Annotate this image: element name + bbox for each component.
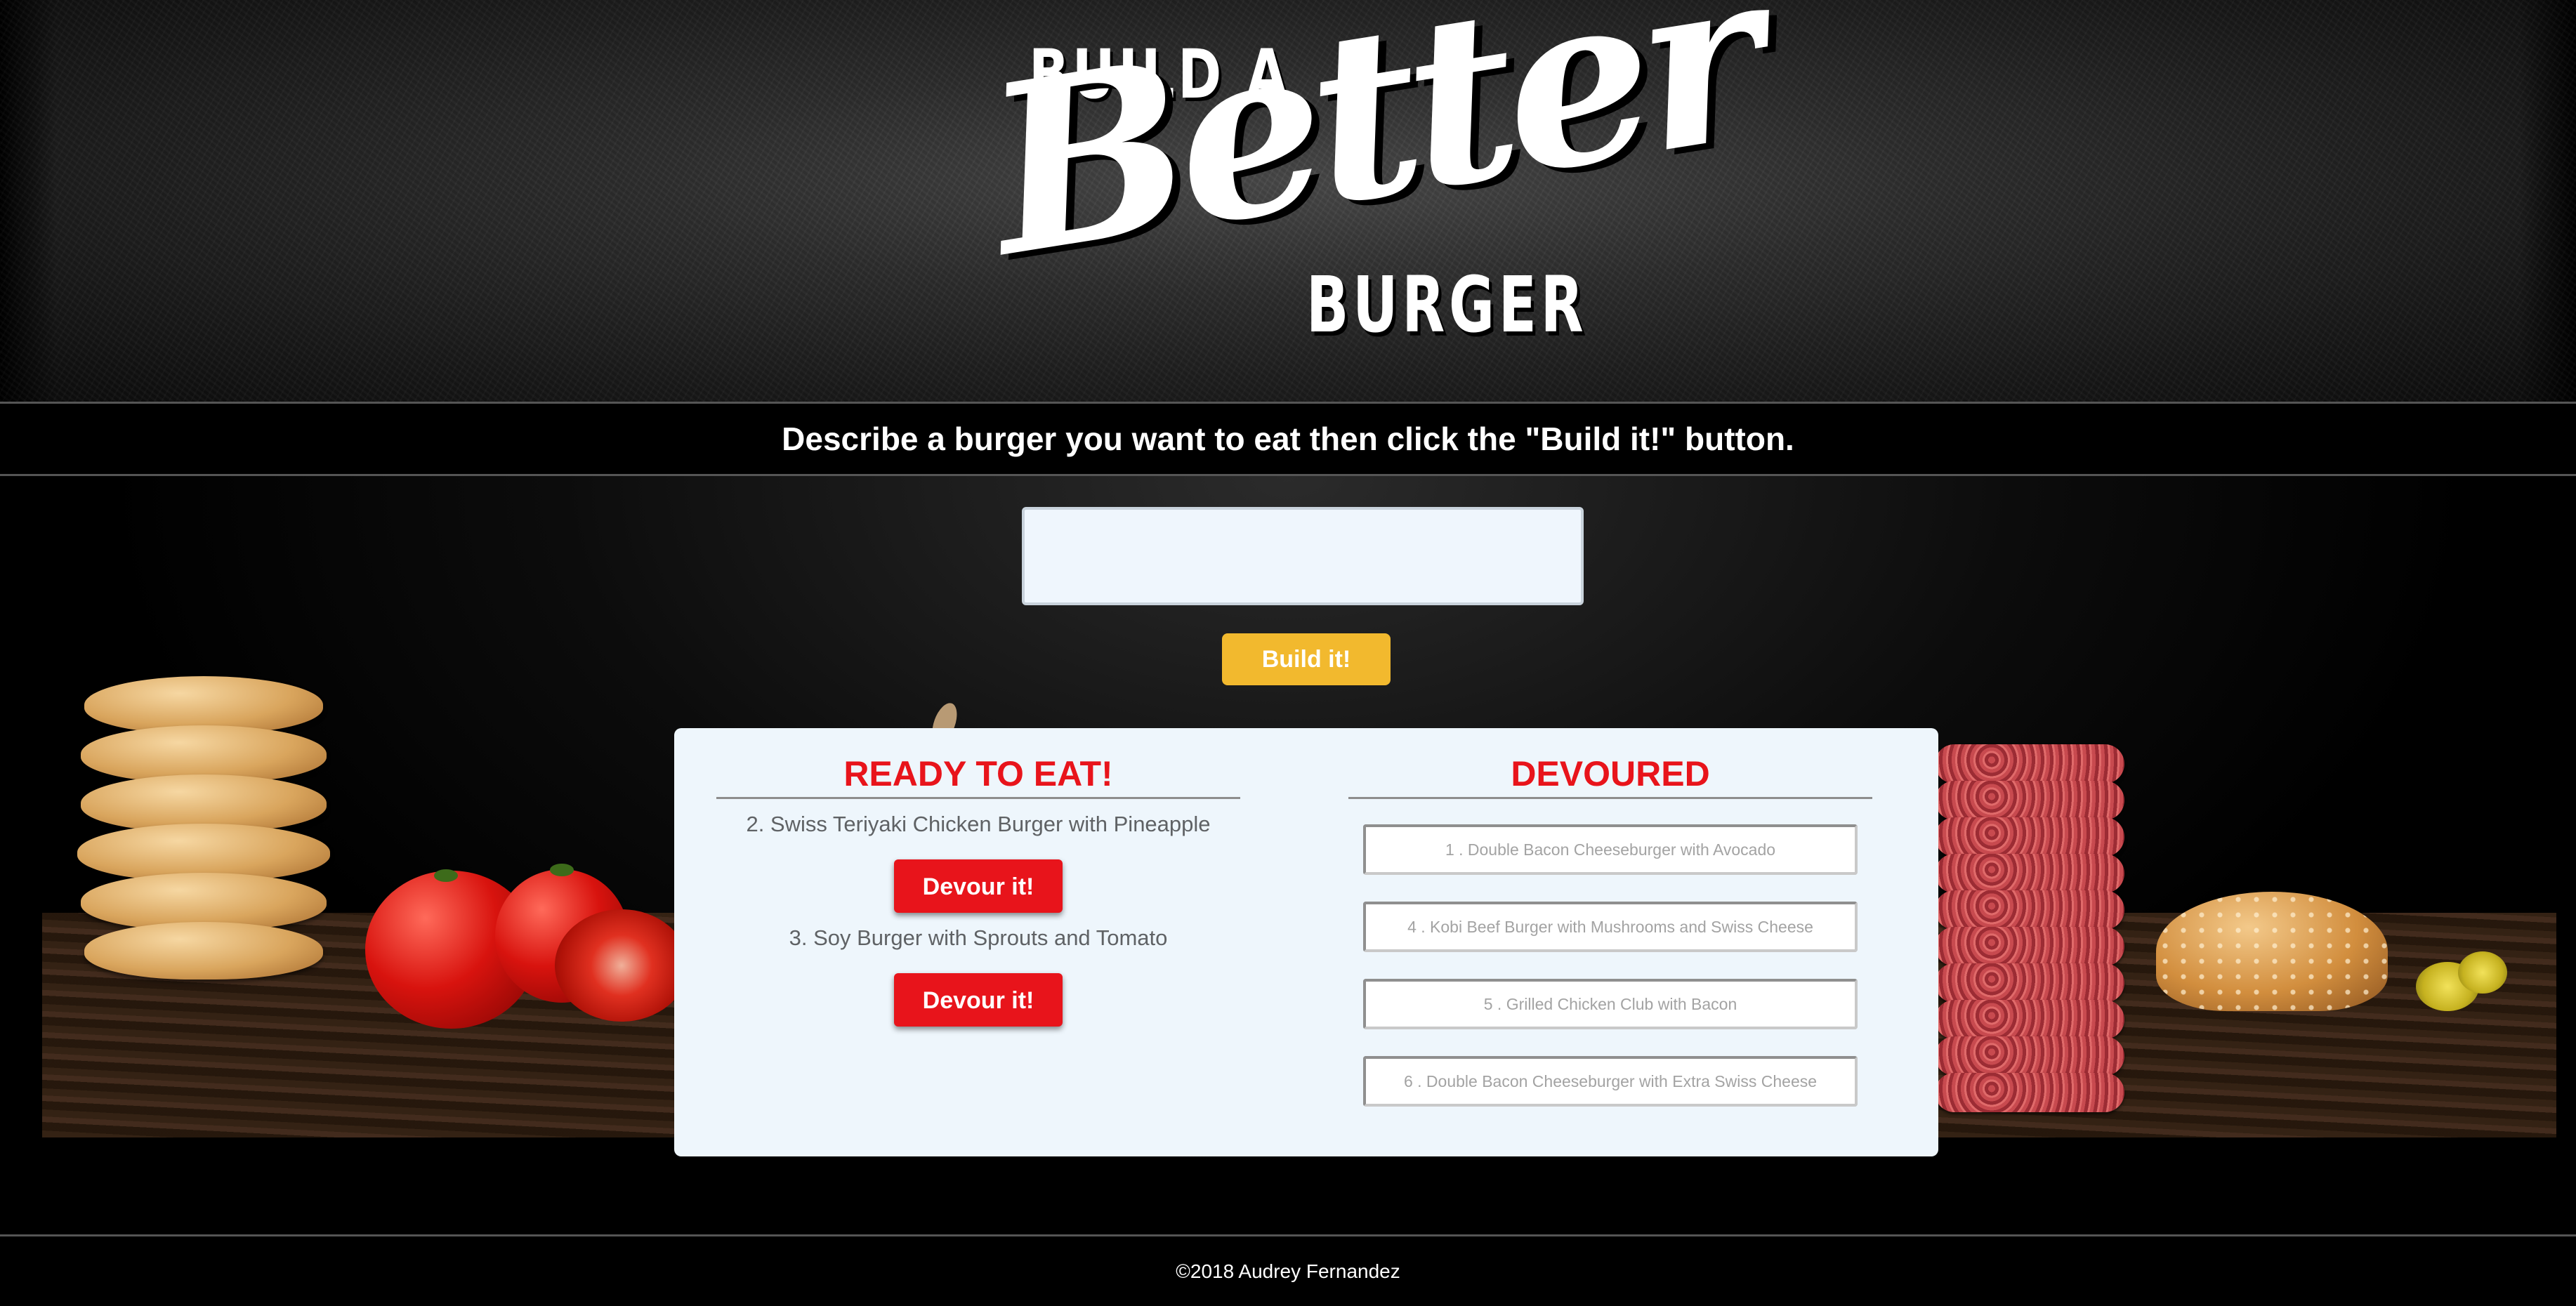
devour-button[interactable]: Devour it! xyxy=(894,859,1063,913)
pickle-image xyxy=(2458,951,2507,994)
burger-description-input[interactable] xyxy=(1022,507,1584,605)
site-logo: BUILD A Better BURGER xyxy=(972,0,1773,379)
devoured-heading: DEVOURED xyxy=(1511,754,1710,793)
devoured-list: 1 . Double Bacon Cheeseburger with Avoca… xyxy=(1348,799,1872,1107)
burger-name: 3. Soy Burger with Sprouts and Tomato xyxy=(789,925,1168,950)
ready-to-eat-column: READY TO EAT! 2. Swiss Teriyaki Chicken … xyxy=(716,728,1240,1027)
tomato-stem xyxy=(434,869,458,882)
divider xyxy=(716,797,1240,799)
copyright-text: ©2018 Audrey Fernandez xyxy=(1176,1260,1400,1282)
banner-vignette-left xyxy=(0,0,56,402)
devoured-item: 6 . Double Bacon Cheeseburger with Extra… xyxy=(1363,1056,1858,1107)
burger-name: 2. Swiss Teriyaki Chicken Burger with Pi… xyxy=(746,812,1211,836)
patty-stack-image xyxy=(1935,744,2124,1112)
list-item: 3. Soy Burger with Sprouts and Tomato De… xyxy=(716,925,1240,1027)
list-item: 2. Swiss Teriyaki Chicken Burger with Pi… xyxy=(716,812,1240,913)
logo-text-script: Better xyxy=(971,0,1773,308)
footer: ©2018 Audrey Fernandez xyxy=(0,1234,2576,1306)
burger-lists-card: READY TO EAT! 2. Swiss Teriyaki Chicken … xyxy=(674,728,1938,1156)
devoured-item: 5 . Grilled Chicken Club with Bacon xyxy=(1363,979,1858,1029)
banner-vignette-right xyxy=(2520,0,2576,402)
devoured-item: 1 . Double Bacon Cheeseburger with Avoca… xyxy=(1363,824,1858,875)
instruction-bar: Describe a burger you want to eat then c… xyxy=(0,402,2576,476)
instruction-text: Describe a burger you want to eat then c… xyxy=(782,421,1794,457)
build-it-button[interactable]: Build it! xyxy=(1222,633,1391,685)
ready-to-eat-heading: READY TO EAT! xyxy=(843,754,1113,793)
devour-button[interactable]: Devour it! xyxy=(894,973,1063,1027)
logo-text-bottom: BURGER xyxy=(1306,260,1588,350)
tomato-slice-image xyxy=(555,909,688,1022)
bun-stack-image xyxy=(60,676,348,980)
devoured-item: 4 . Kobi Beef Burger with Mushrooms and … xyxy=(1363,902,1858,952)
burger-bun-image xyxy=(2156,892,2388,1011)
devoured-column: DEVOURED 1 . Double Bacon Cheeseburger w… xyxy=(1348,728,1872,1133)
header-banner: BUILD A Better BURGER xyxy=(0,0,2576,402)
tomato-stem xyxy=(550,864,574,876)
